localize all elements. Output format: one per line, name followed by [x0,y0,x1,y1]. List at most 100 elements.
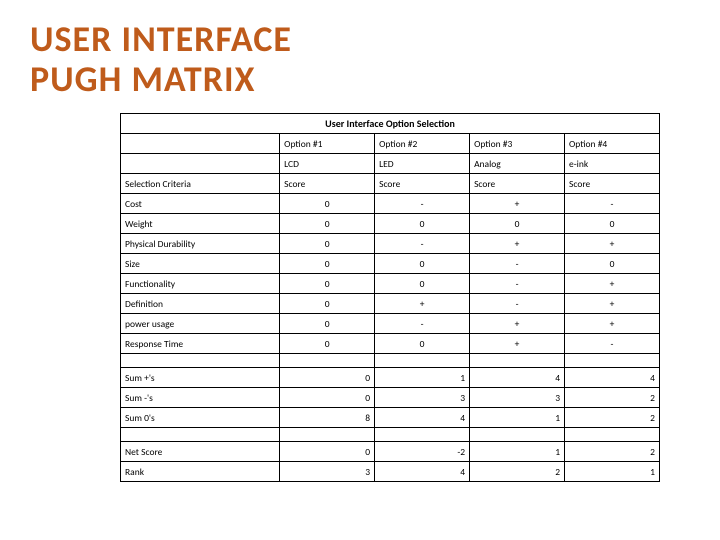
sum-value: 2 [565,388,660,408]
option-type: LED [375,154,470,174]
criteria-name: Definition [121,294,280,314]
score-cell: 0 [280,274,375,294]
criteria-name: power usage [121,314,280,334]
criteria-row: power usage0-++ [121,314,660,334]
footer-value: -2 [375,442,470,462]
sum-value: 2 [565,408,660,428]
criteria-name: Weight [121,214,280,234]
score-cell: 0 [280,214,375,234]
score-cell: - [565,334,660,354]
footer-value: 1 [565,462,660,482]
score-cell: - [375,194,470,214]
option-type: LCD [280,154,375,174]
criteria-row: Size00-0 [121,254,660,274]
criteria-row: Weight0000 [121,214,660,234]
sum-value: 3 [470,388,565,408]
score-cell: + [565,274,660,294]
score-header: Score [470,174,565,194]
pugh-matrix-wrapper: User Interface Option Selection Option #… [120,113,660,482]
footer-row: Rank3421 [121,462,660,482]
score-cell: 0 [280,294,375,314]
sum-value: 4 [565,368,660,388]
option-type: e-ink [565,154,660,174]
score-cell: 0 [565,214,660,234]
score-cell: - [470,254,565,274]
criteria-name: Response Time [121,334,280,354]
option-header-row: Option #1 Option #2 Option #3 Option #4 [121,134,660,154]
criteria-name: Size [121,254,280,274]
footer-label: Net Score [121,442,280,462]
blank-cell [121,154,280,174]
criteria-row: Functionality00-+ [121,274,660,294]
score-cell: 0 [280,334,375,354]
footer-label: Rank [121,462,280,482]
score-cell: 0 [375,214,470,234]
score-cell: + [470,194,565,214]
sum-value: 4 [470,368,565,388]
score-cell: + [470,334,565,354]
sum-label: Sum 0's [121,408,280,428]
option-type: Analog [470,154,565,174]
sum-row: Sum 0's8412 [121,408,660,428]
option-type-row: LCD LED Analog e-ink [121,154,660,174]
criteria-name: Physical Durability [121,234,280,254]
sum-value: 0 [280,388,375,408]
option-header: Option #3 [470,134,565,154]
sum-value: 0 [280,368,375,388]
score-cell: + [470,314,565,334]
criteria-row: Cost0-+- [121,194,660,214]
option-header: Option #1 [280,134,375,154]
footer-value: 4 [375,462,470,482]
spacer-row [121,428,660,442]
page-title: USER INTERFACE PUGH MATRIX [30,20,690,99]
criteria-name: Cost [121,194,280,214]
blank-cell [121,134,280,154]
pugh-matrix-table: User Interface Option Selection Option #… [120,113,660,482]
score-cell: + [470,234,565,254]
score-header-row: Selection Criteria Score Score Score Sco… [121,174,660,194]
sum-value: 1 [470,408,565,428]
score-header: Score [565,174,660,194]
score-cell: + [565,234,660,254]
score-cell: 0 [375,274,470,294]
footer-value: 0 [280,442,375,462]
option-header: Option #2 [375,134,470,154]
criteria-row: Definition0+-+ [121,294,660,314]
score-cell: + [375,294,470,314]
score-cell: - [470,274,565,294]
spacer-row [121,354,660,368]
score-cell: 0 [470,214,565,234]
score-cell: - [375,314,470,334]
sum-row: Sum -'s0332 [121,388,660,408]
score-cell: 0 [280,254,375,274]
sum-label: Sum -'s [121,388,280,408]
score-cell: - [565,194,660,214]
sum-value: 1 [375,368,470,388]
sum-label: Sum +'s [121,368,280,388]
score-cell: 0 [280,234,375,254]
score-cell: - [470,294,565,314]
score-cell: 0 [280,314,375,334]
footer-row: Net Score0-212 [121,442,660,462]
criteria-row: Physical Durability0-++ [121,234,660,254]
criteria-header: Selection Criteria [121,174,280,194]
score-cell: 0 [280,194,375,214]
score-cell: 0 [375,334,470,354]
sum-value: 8 [280,408,375,428]
sum-row: Sum +'s0144 [121,368,660,388]
option-header: Option #4 [565,134,660,154]
title-line-1: USER INTERFACE [30,17,292,61]
sum-value: 3 [375,388,470,408]
title-line-2: PUGH MATRIX [30,57,255,101]
footer-value: 3 [280,462,375,482]
footer-value: 2 [470,462,565,482]
score-header: Score [375,174,470,194]
criteria-row: Response Time00+- [121,334,660,354]
footer-value: 1 [470,442,565,462]
table-caption: User Interface Option Selection [121,114,660,134]
score-cell: 0 [375,254,470,274]
footer-value: 2 [565,442,660,462]
score-header: Score [280,174,375,194]
criteria-name: Functionality [121,274,280,294]
score-cell: 0 [565,254,660,274]
